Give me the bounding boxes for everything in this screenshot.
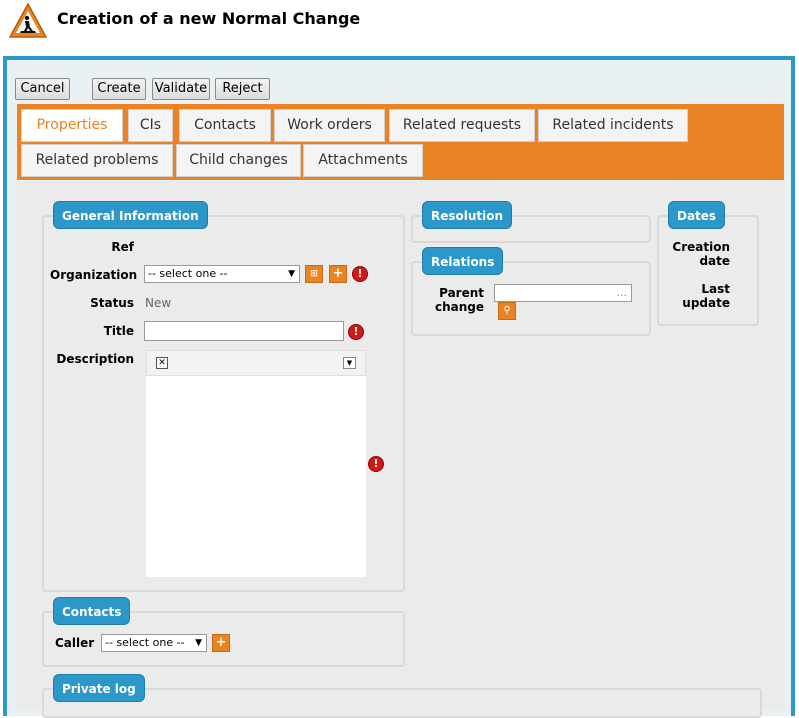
- tab-related-problems[interactable]: Related problems: [21, 144, 173, 177]
- chevron-down-icon[interactable]: ▼: [343, 357, 356, 369]
- parent-change-ellipsis: ...: [616, 286, 628, 299]
- create-button[interactable]: Create: [92, 78, 146, 100]
- maximize-icon[interactable]: ✕: [156, 357, 168, 369]
- description-editor-toolbar: ✕ ▼: [146, 350, 366, 376]
- contacts-legend: Contacts: [53, 597, 131, 625]
- resolution-legend: Resolution: [422, 201, 513, 229]
- creation-date-label-line2: date: [699, 254, 730, 268]
- private-log-fieldset: [42, 688, 762, 718]
- general-information-legend: General Information: [53, 201, 208, 229]
- last-update-label: Last update: [668, 282, 730, 310]
- add-organization-button[interactable]: +: [329, 265, 347, 283]
- required-field-icon: !: [352, 266, 368, 282]
- organization-label: Organization: [50, 268, 138, 282]
- tab-cis[interactable]: CIs: [128, 109, 173, 142]
- page-header: Creation of a new Normal Change: [0, 0, 799, 52]
- caller-select-value: -- select one --: [105, 636, 185, 649]
- caller-label: Caller: [55, 636, 95, 650]
- caller-select[interactable]: -- select one -- ▼: [101, 634, 207, 652]
- hierarchy-browse-icon[interactable]: ⊞: [305, 265, 323, 283]
- parent-change-label: Parent change: [420, 286, 484, 314]
- reject-button[interactable]: Reject: [215, 78, 270, 100]
- organization-select[interactable]: -- select one -- ▼: [144, 265, 300, 283]
- chevron-down-icon: ▼: [288, 269, 295, 279]
- tab-work-orders[interactable]: Work orders: [274, 109, 385, 142]
- tab-attachments[interactable]: Attachments: [303, 144, 423, 177]
- tab-bar: Properties CIs Contacts Work orders Rela…: [17, 104, 784, 180]
- description-label: Description: [56, 352, 134, 366]
- status-label: Status: [90, 296, 134, 310]
- dates-legend: Dates: [668, 201, 726, 229]
- parent-change-input[interactable]: ...: [494, 284, 632, 302]
- parent-change-label-line2: change: [434, 300, 484, 314]
- title-input[interactable]: [144, 321, 344, 341]
- tab-contacts[interactable]: Contacts: [179, 109, 271, 142]
- private-log-legend: Private log: [53, 674, 145, 702]
- tab-related-requests[interactable]: Related requests: [389, 109, 535, 142]
- add-caller-button[interactable]: +: [212, 634, 230, 652]
- creation-date-label: Creation date: [668, 240, 730, 268]
- description-textarea[interactable]: [146, 376, 366, 577]
- tab-properties[interactable]: Properties: [21, 109, 123, 142]
- relations-legend: Relations: [422, 247, 504, 275]
- required-field-icon: !: [348, 324, 364, 340]
- validate-button[interactable]: Validate: [152, 78, 210, 100]
- required-field-icon: !: [368, 456, 384, 472]
- tab-related-incidents[interactable]: Related incidents: [538, 109, 688, 142]
- search-icon[interactable]: ⚲: [498, 302, 516, 320]
- organization-select-value: -- select one --: [148, 267, 228, 280]
- last-update-label-line1: Last: [701, 282, 730, 296]
- tab-child-changes[interactable]: Child changes: [176, 144, 301, 177]
- last-update-label-line2: update: [682, 296, 730, 310]
- cancel-button[interactable]: Cancel: [15, 78, 70, 100]
- page-title: Creation of a new Normal Change: [57, 9, 361, 28]
- chevron-down-icon: ▼: [195, 638, 202, 648]
- creation-date-label-line1: Creation: [672, 240, 730, 254]
- ref-label: Ref: [111, 240, 134, 254]
- parent-change-label-line1: Parent: [439, 286, 484, 300]
- construction-sign-icon: [8, 2, 48, 38]
- title-label: Title: [103, 324, 134, 338]
- status-value: New: [145, 296, 172, 310]
